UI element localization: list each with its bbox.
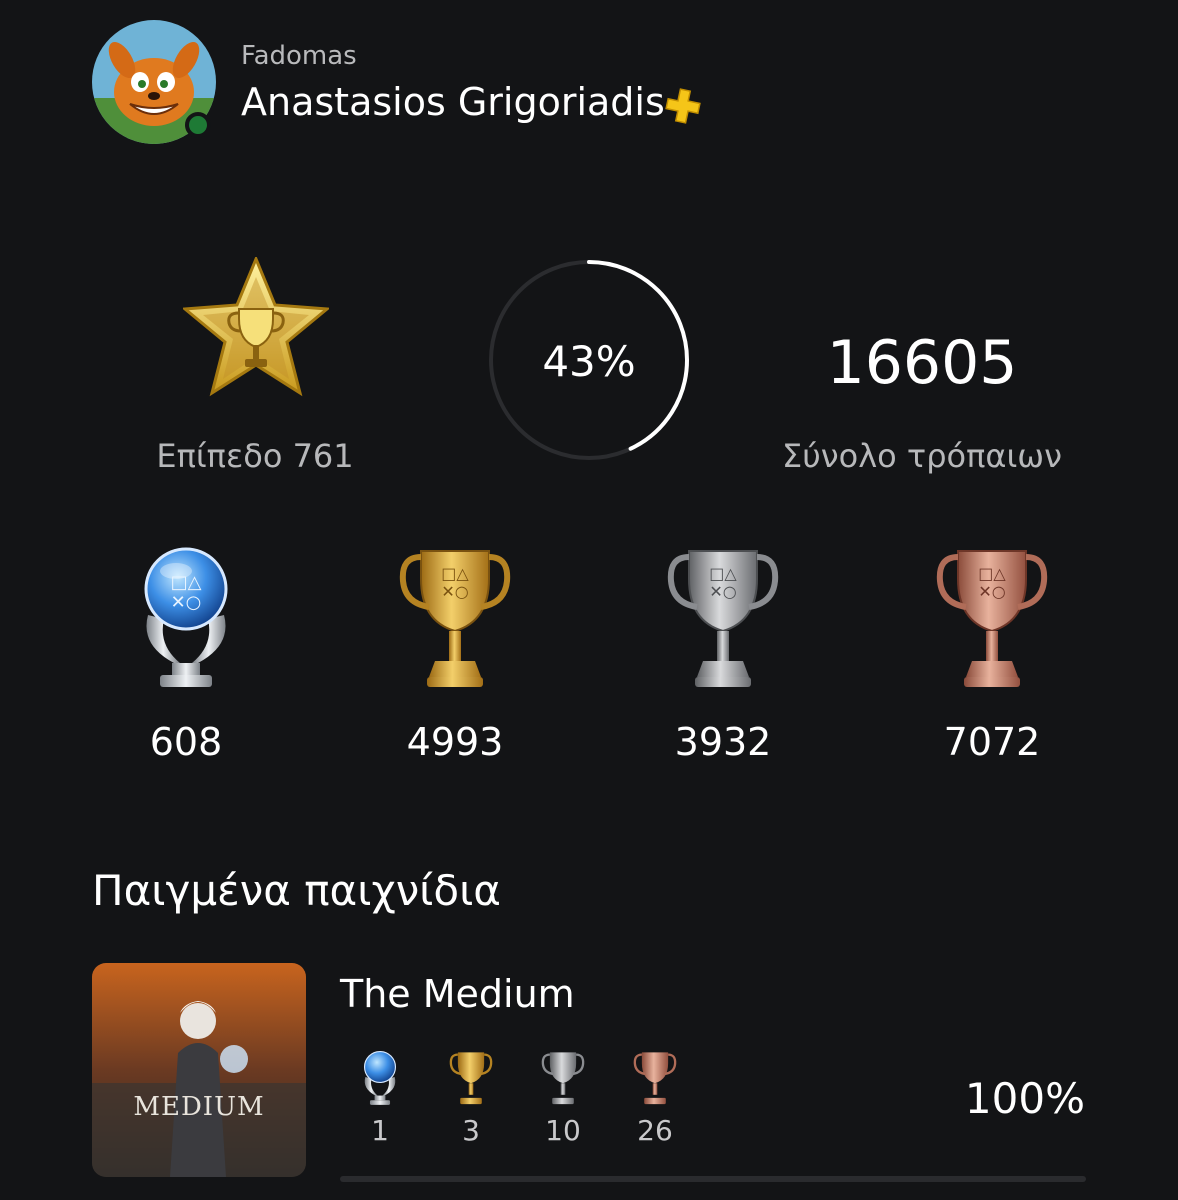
bronze-trophy-stat[interactable]: □△ ✕○ 7072 — [892, 545, 1092, 775]
svg-text:□△: □△ — [171, 572, 202, 593]
game-cover-the-medium[interactable]: MEDIUM — [92, 963, 306, 1177]
game-platinum-stat: 1 — [352, 1050, 408, 1147]
platinum-trophy-stat[interactable]: □△ ✕○ 608 — [86, 545, 286, 775]
bronze-count: 7072 — [943, 720, 1041, 764]
svg-text:✕○: ✕○ — [441, 582, 468, 601]
total-trophies-label: Σύνολο τρόπαιων — [782, 437, 1062, 475]
gold-count: 4993 — [406, 720, 504, 764]
svg-text:✕○: ✕○ — [171, 592, 202, 613]
gold-trophy-stat[interactable]: □△ ✕○ 4993 — [355, 545, 555, 775]
gold-trophy-icon — [449, 1052, 493, 1105]
game-progress-percent: 100% — [964, 1074, 1085, 1123]
bronze-trophy-icon: □△ ✕○ — [936, 550, 1048, 687]
silver-trophy-stat[interactable]: □△ ✕○ 3932 — [623, 545, 823, 775]
game-bronze-stat: 26 — [627, 1050, 683, 1147]
online-status-indicator — [185, 112, 211, 138]
trophy-level-label: Επίπεδο 761 — [156, 437, 354, 475]
playstation-plus-icon — [663, 86, 703, 126]
game-platinum-count: 1 — [371, 1114, 389, 1147]
platinum-trophy-icon: □△ ✕○ — [144, 547, 228, 687]
svg-text:✕○: ✕○ — [978, 582, 1005, 601]
platinum-trophy-icon — [363, 1050, 397, 1105]
svg-text:□△: □△ — [441, 564, 469, 583]
online-id: Fadomas — [241, 41, 357, 71]
svg-text:✕○: ✕○ — [709, 582, 736, 601]
svg-text:□△: □△ — [978, 564, 1006, 583]
total-trophies-value: 16605 — [826, 328, 1018, 398]
game-silver-count: 10 — [545, 1114, 581, 1147]
svg-text:□△: □△ — [709, 564, 737, 583]
gold-trophy-icon: □△ ✕○ — [399, 550, 511, 687]
game-gold-count: 3 — [462, 1114, 480, 1147]
game-silver-stat: 10 — [535, 1050, 591, 1147]
real-name: Anastasios Grigoriadis — [241, 80, 665, 124]
silver-trophy-icon: □△ ✕○ — [667, 550, 779, 687]
game-progress-bar — [340, 1176, 1086, 1182]
played-games-title: Παιγμένα παιχνίδια — [92, 866, 501, 915]
game-title[interactable]: The Medium — [340, 972, 575, 1016]
bronze-trophy-icon — [633, 1052, 677, 1105]
silver-trophy-icon — [541, 1052, 585, 1105]
game-bronze-count: 26 — [637, 1114, 673, 1147]
trophy-level-star-icon — [181, 255, 331, 397]
svg-text:MEDIUM: MEDIUM — [133, 1092, 264, 1122]
silver-count: 3932 — [674, 720, 772, 764]
platinum-count: 608 — [149, 720, 223, 764]
game-gold-stat: 3 — [443, 1050, 499, 1147]
level-progress-text: 43% — [542, 337, 636, 386]
